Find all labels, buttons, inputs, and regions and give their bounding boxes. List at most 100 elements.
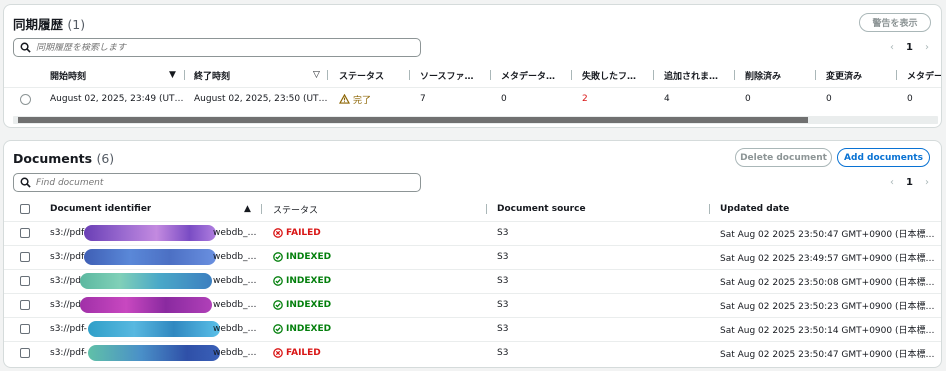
sync-history-search[interactable] (13, 38, 421, 57)
success-icon (273, 324, 283, 334)
status-indexed: INDEXED (273, 300, 331, 310)
documents-count: (6) (96, 151, 115, 166)
redaction-scribble (88, 345, 220, 361)
column-added[interactable]: 追加されま… (664, 65, 718, 85)
updated-date: Sat Aug 02 2025 23:50:47 GMT+0900 (日本標… (720, 349, 935, 360)
column-metadata[interactable]: メタデータ… (501, 65, 555, 85)
row-checkbox[interactable] (20, 252, 30, 262)
column-updated-date[interactable]: Updated date (720, 199, 789, 219)
show-warnings-button[interactable]: 警告を表示 (859, 13, 931, 32)
column-modified[interactable]: 変更済み (826, 65, 862, 85)
sort-icon[interactable]: ▽ (313, 65, 320, 85)
document-source: S3 (497, 228, 509, 238)
documents-title-text: Documents (13, 151, 93, 166)
sort-desc-icon[interactable]: ▼ (169, 65, 176, 85)
search-icon (20, 42, 31, 53)
row-checkbox[interactable] (20, 228, 30, 238)
success-icon (273, 252, 283, 262)
document-identifier[interactable]: s3://pdf- webdb_… (50, 342, 260, 364)
status-indexed: INDEXED (273, 276, 331, 286)
updated-date: Sat Aug 02 2025 23:49:57 GMT+0900 (日本標… (720, 253, 935, 264)
search-icon (20, 177, 31, 188)
column-document-identifier[interactable]: Document identifier (50, 199, 151, 219)
error-icon (273, 228, 283, 238)
updated-date: Sat Aug 02 2025 23:50:47 GMT+0900 (日本標… (720, 229, 935, 240)
row-checkbox[interactable] (20, 300, 30, 310)
sync-history-title: 同期履歴 (1) (13, 14, 85, 33)
add-documents-button[interactable]: Add documents (837, 148, 930, 167)
table-row[interactable]: s3://pdf- webdb_… INDEXED S3 Sat Aug 02 … (4, 317, 941, 340)
status-indexed: INDEXED (273, 252, 331, 262)
select-all-checkbox[interactable] (20, 204, 30, 214)
end-time: August 02, 2025, 23:50 (UT… (194, 94, 328, 104)
document-identifier[interactable]: s3://pd webdb_… (50, 270, 260, 292)
sort-asc-icon[interactable]: ▲ (244, 199, 251, 219)
table-row[interactable]: August 02, 2025, 23:49 (UT… August 02, 2… (4, 87, 941, 110)
error-icon (273, 348, 283, 358)
column-start-time[interactable]: 開始時刻 (50, 65, 86, 85)
start-time: August 02, 2025, 23:49 (UT… (50, 94, 184, 104)
added-count: 4 (664, 94, 670, 104)
chevron-left-icon[interactable]: ‹ (890, 42, 894, 53)
sync-history-title-text: 同期履歴 (13, 17, 64, 32)
document-identifier[interactable]: s3://pdf webdb_… (50, 222, 260, 244)
documents-table-header: Document identifier ▲ ステータス Document sou… (4, 199, 941, 219)
row-checkbox[interactable] (20, 324, 30, 334)
table-row[interactable]: s3://pdf webdb_… INDEXED S3 Sat Aug 02 2… (4, 245, 941, 268)
column-failed-files[interactable]: 失敗したフ… (582, 65, 636, 85)
status-failed: FAILED (273, 228, 321, 238)
page-number[interactable]: 1 (906, 177, 913, 188)
document-source: S3 (497, 348, 509, 358)
table-row[interactable]: s3://pdf webdb_… FAILED S3 Sat Aug 02 20… (4, 221, 941, 244)
redaction-scribble (84, 225, 216, 241)
table-row[interactable]: s3://pd webdb_… INDEXED S3 Sat Aug 02 20… (4, 293, 941, 316)
horizontal-scrollbar[interactable] (13, 116, 938, 124)
row-radio[interactable] (20, 93, 31, 105)
redaction-scribble (88, 321, 220, 337)
row-checkbox[interactable] (20, 348, 30, 358)
document-identifier[interactable]: s3://pdf webdb_… (50, 246, 260, 268)
page-number[interactable]: 1 (906, 42, 913, 53)
column-end-time[interactable]: 終了時刻 (194, 65, 230, 85)
metadata-count: 0 (501, 94, 507, 104)
column-deleted[interactable]: 削除済み (745, 65, 781, 85)
documents-search[interactable] (13, 173, 421, 192)
scrollbar-thumb[interactable] (18, 117, 808, 123)
metadata-2-count: 0 (907, 94, 913, 104)
table-row[interactable]: s3://pd webdb_… INDEXED S3 Sat Aug 02 20… (4, 269, 941, 292)
delete-document-button[interactable]: Delete document (735, 148, 832, 167)
document-source: S3 (497, 252, 509, 262)
redaction-scribble (84, 249, 216, 265)
sync-history-table-header: 開始時刻 ▼ 終了時刻 ▽ ステータス ソースファ… メタデータ… 失敗したフ…… (4, 65, 941, 85)
sync-history-count: (1) (67, 17, 86, 32)
documents-search-input[interactable] (36, 177, 396, 188)
status-complete-warning: 完了 (339, 93, 371, 106)
failed-files-count: 2 (582, 94, 588, 104)
documents-panel: Documents (6) Delete document Add docume… (3, 140, 942, 368)
source-files-count: 7 (420, 94, 426, 104)
success-icon (273, 300, 283, 310)
document-identifier[interactable]: s3://pd webdb_… (50, 294, 260, 316)
sync-history-panel: 同期履歴 (1) 警告を表示 ‹ 1 › 開始時刻 ▼ 終了時刻 ▽ ステータス… (3, 4, 942, 128)
document-source: S3 (497, 276, 509, 286)
sync-history-search-input[interactable] (36, 42, 396, 53)
column-source-files[interactable]: ソースファ… (420, 65, 474, 85)
row-checkbox[interactable] (20, 276, 30, 286)
modified-count: 0 (826, 94, 832, 104)
documents-pagination: ‹ 1 › (890, 177, 929, 188)
document-identifier[interactable]: s3://pdf- webdb_… (50, 318, 260, 340)
warning-icon (339, 94, 350, 104)
chevron-left-icon[interactable]: ‹ (890, 177, 894, 188)
table-row[interactable]: s3://pdf- webdb_… FAILED S3 Sat Aug 02 2… (4, 341, 941, 364)
chevron-right-icon[interactable]: › (925, 42, 929, 53)
updated-date: Sat Aug 02 2025 23:50:08 GMT+0900 (日本標… (720, 277, 935, 288)
documents-title: Documents (6) (13, 151, 114, 166)
sync-history-pagination: ‹ 1 › (890, 42, 929, 53)
column-status[interactable]: ステータス (339, 65, 384, 85)
chevron-right-icon[interactable]: › (925, 177, 929, 188)
status-failed: FAILED (273, 348, 321, 358)
column-metadata-2[interactable]: メタデー (907, 65, 941, 85)
redaction-scribble (80, 273, 212, 289)
column-document-source[interactable]: Document source (497, 199, 586, 219)
column-status[interactable]: ステータス (273, 199, 318, 219)
